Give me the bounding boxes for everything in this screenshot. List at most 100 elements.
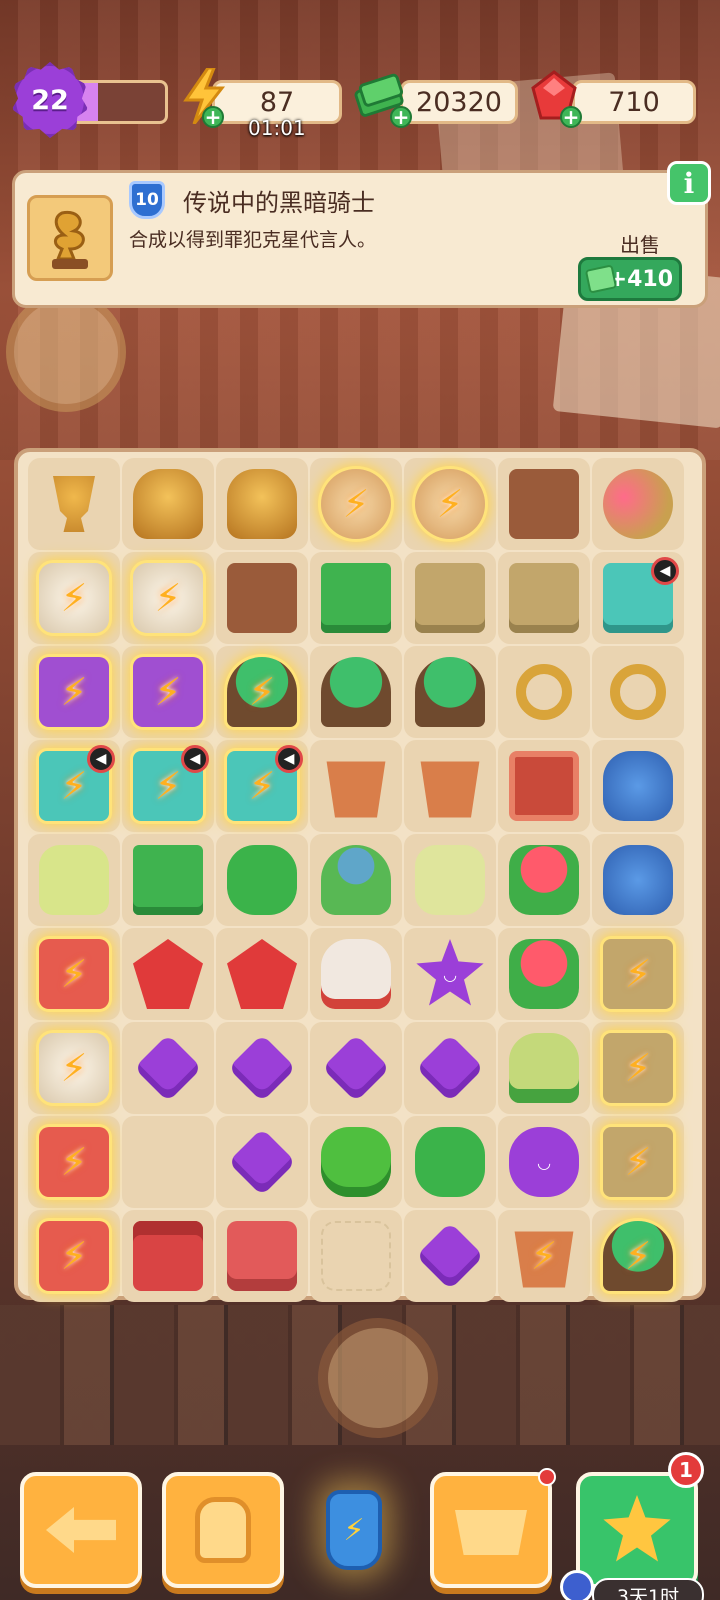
board-cell[interactable]: ⚡ <box>122 646 214 738</box>
board-item-pot[interactable] <box>326 761 386 818</box>
board-item-tan[interactable] <box>509 563 579 633</box>
board-item-pot[interactable] <box>420 761 480 818</box>
board-cell[interactable] <box>592 834 684 926</box>
board-cell[interactable] <box>122 1116 214 1208</box>
board-cell[interactable] <box>592 458 684 550</box>
board-cell[interactable] <box>310 1116 402 1208</box>
board-item-vase[interactable] <box>603 845 673 915</box>
board-cell[interactable] <box>122 1022 214 1114</box>
board-item-bouquet[interactable] <box>509 939 579 1009</box>
board-item-ring[interactable] <box>610 664 666 720</box>
board-item-gem[interactable] <box>228 1034 296 1102</box>
board-item-soap[interactable] <box>415 845 485 915</box>
board-item-ghost[interactable] <box>321 1221 391 1291</box>
board-cell[interactable] <box>310 740 402 832</box>
board-cell[interactable] <box>310 834 402 926</box>
board-cell[interactable] <box>592 646 684 738</box>
board-item-green[interactable] <box>227 845 297 915</box>
board-item-tan[interactable] <box>415 563 485 633</box>
board-cell[interactable] <box>498 552 590 644</box>
board-item-gem[interactable] <box>228 1128 296 1196</box>
board-item-ruby[interactable] <box>227 939 297 1009</box>
board-cell[interactable]: ◡ <box>404 928 496 1020</box>
board-item-white[interactable]: ⚡ <box>39 1033 109 1103</box>
board-cell[interactable]: ⚡ <box>404 458 496 550</box>
board-cell[interactable] <box>404 1116 496 1208</box>
back-button[interactable] <box>20 1472 142 1588</box>
board-item-redbox[interactable]: ⚡ <box>39 1127 109 1197</box>
board-item-purple[interactable]: ⚡ <box>39 657 109 727</box>
board-item-tree[interactable] <box>321 657 391 727</box>
board-cell[interactable] <box>592 740 684 832</box>
board-cell[interactable] <box>498 646 590 738</box>
board-cell[interactable]: ⚡ <box>216 646 308 738</box>
board-item-tree[interactable]: ⚡ <box>603 1221 673 1291</box>
board-item-cash[interactable] <box>133 845 203 915</box>
board-cell[interactable]: ⚡ <box>592 1210 684 1302</box>
board-item-hat[interactable] <box>321 845 391 915</box>
board-item-sponge[interactable] <box>321 1127 391 1197</box>
board-item-gold[interactable] <box>227 469 297 539</box>
board-cell[interactable] <box>216 552 308 644</box>
board-item-teal[interactable]: ◀ <box>603 557 679 633</box>
board-item-tan[interactable]: ⚡ <box>603 939 673 1009</box>
board-cell[interactable]: ⚡ <box>28 1210 120 1302</box>
info-button[interactable]: i <box>667 161 711 205</box>
board-cell[interactable] <box>122 1210 214 1302</box>
board-cell[interactable] <box>310 1022 402 1114</box>
lightning-icon[interactable]: + <box>178 68 230 128</box>
board-item-blob[interactable]: ◡ <box>509 1127 579 1197</box>
board-item-vase[interactable] <box>603 751 673 821</box>
board-cell[interactable]: ◀ <box>592 552 684 644</box>
board-cell[interactable]: ⚡ <box>28 1022 120 1114</box>
ruby-icon[interactable]: + <box>528 70 582 128</box>
board-item-teal[interactable]: ⚡ ◀ <box>133 745 209 821</box>
board-item-tree[interactable]: ⚡ <box>227 657 297 727</box>
board-cell[interactable]: ⚡ ◀ <box>28 740 120 832</box>
board-cell[interactable]: ⚡ <box>498 1210 590 1302</box>
board-item-flowers[interactable] <box>603 469 673 539</box>
board-item-tan[interactable]: ⚡ <box>603 1127 673 1197</box>
board-item-glove[interactable] <box>321 939 391 1009</box>
board-item-tree[interactable] <box>415 657 485 727</box>
board-cell[interactable] <box>404 552 496 644</box>
board-cell[interactable] <box>404 834 496 926</box>
board-item-bottle[interactable] <box>39 845 109 915</box>
backpack-button[interactable] <box>162 1472 284 1588</box>
board-item-cash[interactable] <box>321 563 391 633</box>
board-item-tv[interactable] <box>509 751 579 821</box>
board-item-pot[interactable]: ⚡ <box>514 1231 574 1288</box>
board-item-gem[interactable] <box>416 1222 484 1290</box>
board-cell[interactable] <box>498 458 590 550</box>
board-cell[interactable] <box>122 458 214 550</box>
board-cell[interactable] <box>404 646 496 738</box>
board-cell[interactable] <box>216 1022 308 1114</box>
board-item-ruby[interactable] <box>133 939 203 1009</box>
event-button[interactable] <box>576 1472 698 1588</box>
board-item-trophy[interactable] <box>53 476 95 532</box>
board-cell[interactable] <box>498 1022 590 1114</box>
board-cell[interactable]: ◡ <box>498 1116 590 1208</box>
board-cell[interactable] <box>216 1210 308 1302</box>
board-item-basket[interactable] <box>227 1221 297 1291</box>
board-cell[interactable] <box>216 1116 308 1208</box>
board-item-purple[interactable]: ⚡ <box>133 657 203 727</box>
board-cell[interactable] <box>310 552 402 644</box>
board-item-cake[interactable] <box>509 1033 579 1103</box>
board-cell[interactable] <box>310 928 402 1020</box>
board-item-gold[interactable] <box>133 469 203 539</box>
board-cell[interactable] <box>122 928 214 1020</box>
board-item-gem[interactable] <box>322 1034 390 1102</box>
board-cell[interactable] <box>216 458 308 550</box>
board-item-gem[interactable] <box>416 1034 484 1102</box>
board-item-teal[interactable]: ⚡ ◀ <box>227 745 303 821</box>
board-cell[interactable] <box>404 1022 496 1114</box>
board-cell[interactable] <box>28 458 120 550</box>
board-cell[interactable] <box>498 928 590 1020</box>
add-cash-icon[interactable]: + <box>390 106 412 128</box>
board-item-redbox[interactable]: ⚡ <box>39 939 109 1009</box>
board-cell[interactable]: ⚡ <box>592 1022 684 1114</box>
board-cell[interactable] <box>122 834 214 926</box>
board-item-gem[interactable] <box>134 1034 202 1102</box>
board-cell[interactable]: ⚡ <box>28 646 120 738</box>
